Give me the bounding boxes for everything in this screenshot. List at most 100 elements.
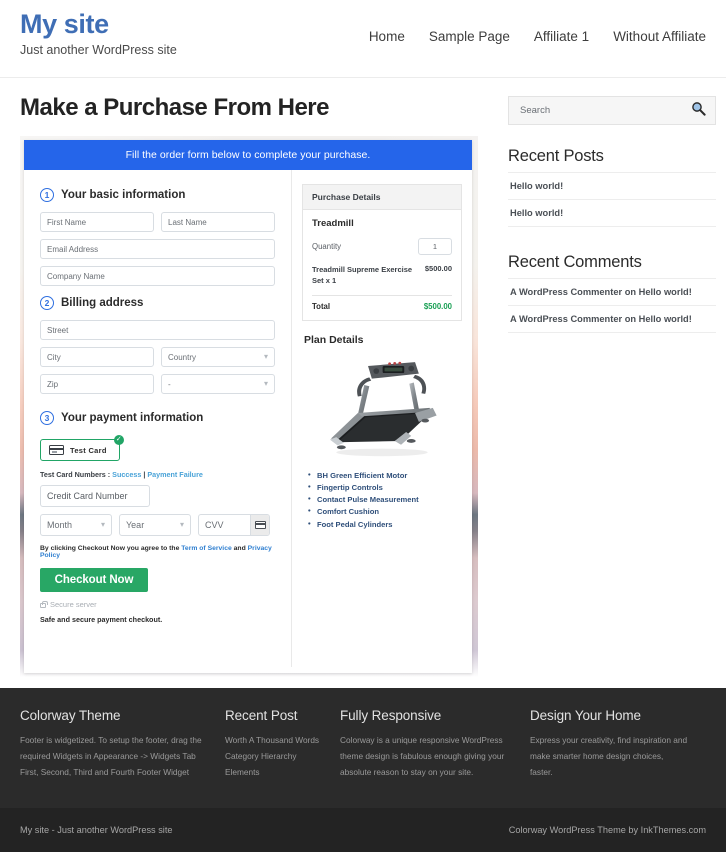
cvv-placeholder: CVV xyxy=(205,520,224,530)
test-card-success-link[interactable]: Success xyxy=(112,470,141,479)
chevron-down-icon: ▾ xyxy=(263,352,268,361)
zip-input[interactable]: Zip xyxy=(40,374,154,394)
credit-card-icon xyxy=(49,445,64,455)
secure-server-line: Secure server xyxy=(40,600,275,609)
footer-heading: Design Your Home xyxy=(530,708,641,723)
main-navigation: Home Sample Page Affiliate 1 Without Aff… xyxy=(369,0,706,44)
footer-text: Footer is widgetized. To setup the foote… xyxy=(20,735,202,778)
quantity-input[interactable]: 1 xyxy=(418,238,452,255)
credit-card-number-input[interactable]: Credit Card Number xyxy=(40,485,150,507)
magnifier-glyph xyxy=(692,101,706,116)
chevron-down-icon: ▾ xyxy=(100,520,105,529)
test-card-prefix: Test Card Numbers : xyxy=(40,470,113,479)
step-1-heading: 1 Your basic information xyxy=(40,188,275,202)
search-icon[interactable] xyxy=(691,101,706,121)
step-2-heading: 2 Billing address xyxy=(40,296,275,310)
recent-posts-list: Hello world! Hello world! xyxy=(508,172,716,227)
footer-text: Express your creativity, find inspiratio… xyxy=(530,735,688,778)
checkout-now-button[interactable]: Checkout Now xyxy=(40,568,148,592)
purchase-details-divider xyxy=(312,294,452,296)
street-input[interactable]: Street xyxy=(40,320,275,340)
list-item[interactable]: Elements xyxy=(225,764,322,780)
expiry-year-value: Year xyxy=(126,520,145,530)
first-name-input[interactable]: First Name xyxy=(40,212,154,232)
order-form-card: Fill the order form below to complete yo… xyxy=(24,140,472,673)
quantity-row: Quantity 1 xyxy=(312,238,452,255)
site-tagline: Just another WordPress site xyxy=(20,42,177,57)
feature-list: BH Green Efficient Motor Fingertip Contr… xyxy=(308,468,462,531)
purchase-details-body: Treadmill Quantity 1 Treadmill Supreme E… xyxy=(303,210,461,320)
nav-item-sample-page[interactable]: Sample Page xyxy=(429,29,510,44)
recent-comments-title: Recent Comments xyxy=(508,253,642,271)
test-card-failure-link[interactable]: Payment Failure xyxy=(147,470,203,479)
recent-comments-list: A WordPress Commenter on Hello world! A … xyxy=(508,278,716,333)
state-select-value: - xyxy=(168,379,171,389)
step-2-label: Billing address xyxy=(61,297,144,309)
list-item[interactable]: Hello world! xyxy=(508,172,716,199)
search-widget[interactable]: Search xyxy=(508,96,716,125)
terms-mid: and xyxy=(231,545,248,552)
order-form-background: Fill the order form below to complete yo… xyxy=(20,136,478,677)
cvv-help-button[interactable] xyxy=(250,515,269,535)
search-input[interactable]: Search xyxy=(520,105,550,116)
nav-item-affiliate-1[interactable]: Affiliate 1 xyxy=(534,29,589,44)
list-item[interactable]: Category Hierarchy xyxy=(225,748,322,764)
expiry-month-value: Month xyxy=(47,520,73,530)
feature-item: Contact Pulse Measurement xyxy=(308,493,462,506)
footer-credit[interactable]: Colorway WordPress Theme by InkThemes.co… xyxy=(509,825,706,835)
safe-checkout-note: Safe and secure payment checkout. xyxy=(40,615,163,624)
step-2-number: 2 xyxy=(40,296,54,310)
footer-recent-post-list: Worth A Thousand Words Category Hierarch… xyxy=(225,732,322,781)
list-item[interactable]: A WordPress Commenter on Hello world! xyxy=(508,278,716,305)
feature-item: Foot Pedal Cylinders xyxy=(308,518,462,531)
footer-column-design-your-home: Design Your Home Express your creativity… xyxy=(530,708,706,808)
footer-column-fully-responsive: Fully Responsive Colorway is a unique re… xyxy=(340,708,530,808)
email-input[interactable]: Email Address xyxy=(40,239,275,259)
order-form-banner: Fill the order form below to complete yo… xyxy=(24,140,472,170)
footer-text: Colorway is a unique responsive WordPres… xyxy=(340,735,505,778)
terms-of-service-link[interactable]: Term of Service xyxy=(181,545,232,552)
step-3-label: Your payment information xyxy=(61,412,204,424)
footer-column-colorway-theme: Colorway Theme Footer is widgetized. To … xyxy=(20,708,225,808)
cvv-input[interactable]: CVV xyxy=(198,514,270,536)
feature-item: Fingertip Controls xyxy=(308,481,462,494)
treadmill-product-image xyxy=(302,352,462,460)
company-input[interactable]: Company Name xyxy=(40,266,275,286)
step-1-label: Your basic information xyxy=(61,189,186,201)
page-title: Make a Purchase From Here xyxy=(20,94,329,121)
expiry-month-select[interactable]: Month ▾ xyxy=(40,514,112,536)
step-3-number: 3 xyxy=(40,411,54,425)
country-select-value: Country xyxy=(168,352,197,362)
expiry-row: Month ▾ Year ▾ CVV xyxy=(40,514,275,536)
feature-item: BH Green Efficient Motor xyxy=(308,468,462,482)
footer-heading: Recent Post xyxy=(225,708,298,723)
list-item[interactable]: A WordPress Commenter on Hello world! xyxy=(508,305,716,333)
total-label: Total xyxy=(312,301,331,311)
step-3-heading: 3 Your payment information xyxy=(40,411,275,425)
payment-method-label: Test Card xyxy=(70,445,107,455)
footer-copyright: My site - Just another WordPress site xyxy=(20,825,173,835)
secure-server-label: Secure server xyxy=(50,600,97,609)
step-1-number: 1 xyxy=(40,188,54,202)
site-title[interactable]: My site xyxy=(20,9,177,40)
city-country-row: City Country ▾ xyxy=(40,347,275,374)
list-item[interactable]: Worth A Thousand Words xyxy=(225,732,322,748)
nav-item-without-affiliate[interactable]: Without Affiliate xyxy=(613,29,706,44)
total-value: $500.00 xyxy=(423,301,452,311)
feature-item: Comfort Cushion xyxy=(308,505,462,518)
expiry-year-select[interactable]: Year ▾ xyxy=(119,514,191,536)
list-item[interactable]: Hello world! xyxy=(508,199,716,227)
last-name-input[interactable]: Last Name xyxy=(161,212,275,232)
brand[interactable]: My site Just another WordPress site xyxy=(20,0,177,57)
payment-method-test-card[interactable]: Test Card ✓ xyxy=(40,435,124,461)
terms-prefix: By clicking Checkout Now you agree to th… xyxy=(40,545,182,552)
terms-text: By clicking Checkout Now you agree to th… xyxy=(40,545,275,559)
city-input[interactable]: City xyxy=(40,347,154,367)
quantity-label: Quantity xyxy=(312,242,342,251)
plan-details-title: Plan Details xyxy=(304,333,364,346)
page-wrapper: Make a Purchase From Here Fill the order… xyxy=(0,78,726,677)
purchase-details-panel: Purchase Details Treadmill Quantity 1 Tr… xyxy=(302,184,462,321)
state-select[interactable]: - ▾ xyxy=(161,374,275,394)
nav-item-home[interactable]: Home xyxy=(369,29,405,44)
country-select[interactable]: Country ▾ xyxy=(161,347,275,367)
